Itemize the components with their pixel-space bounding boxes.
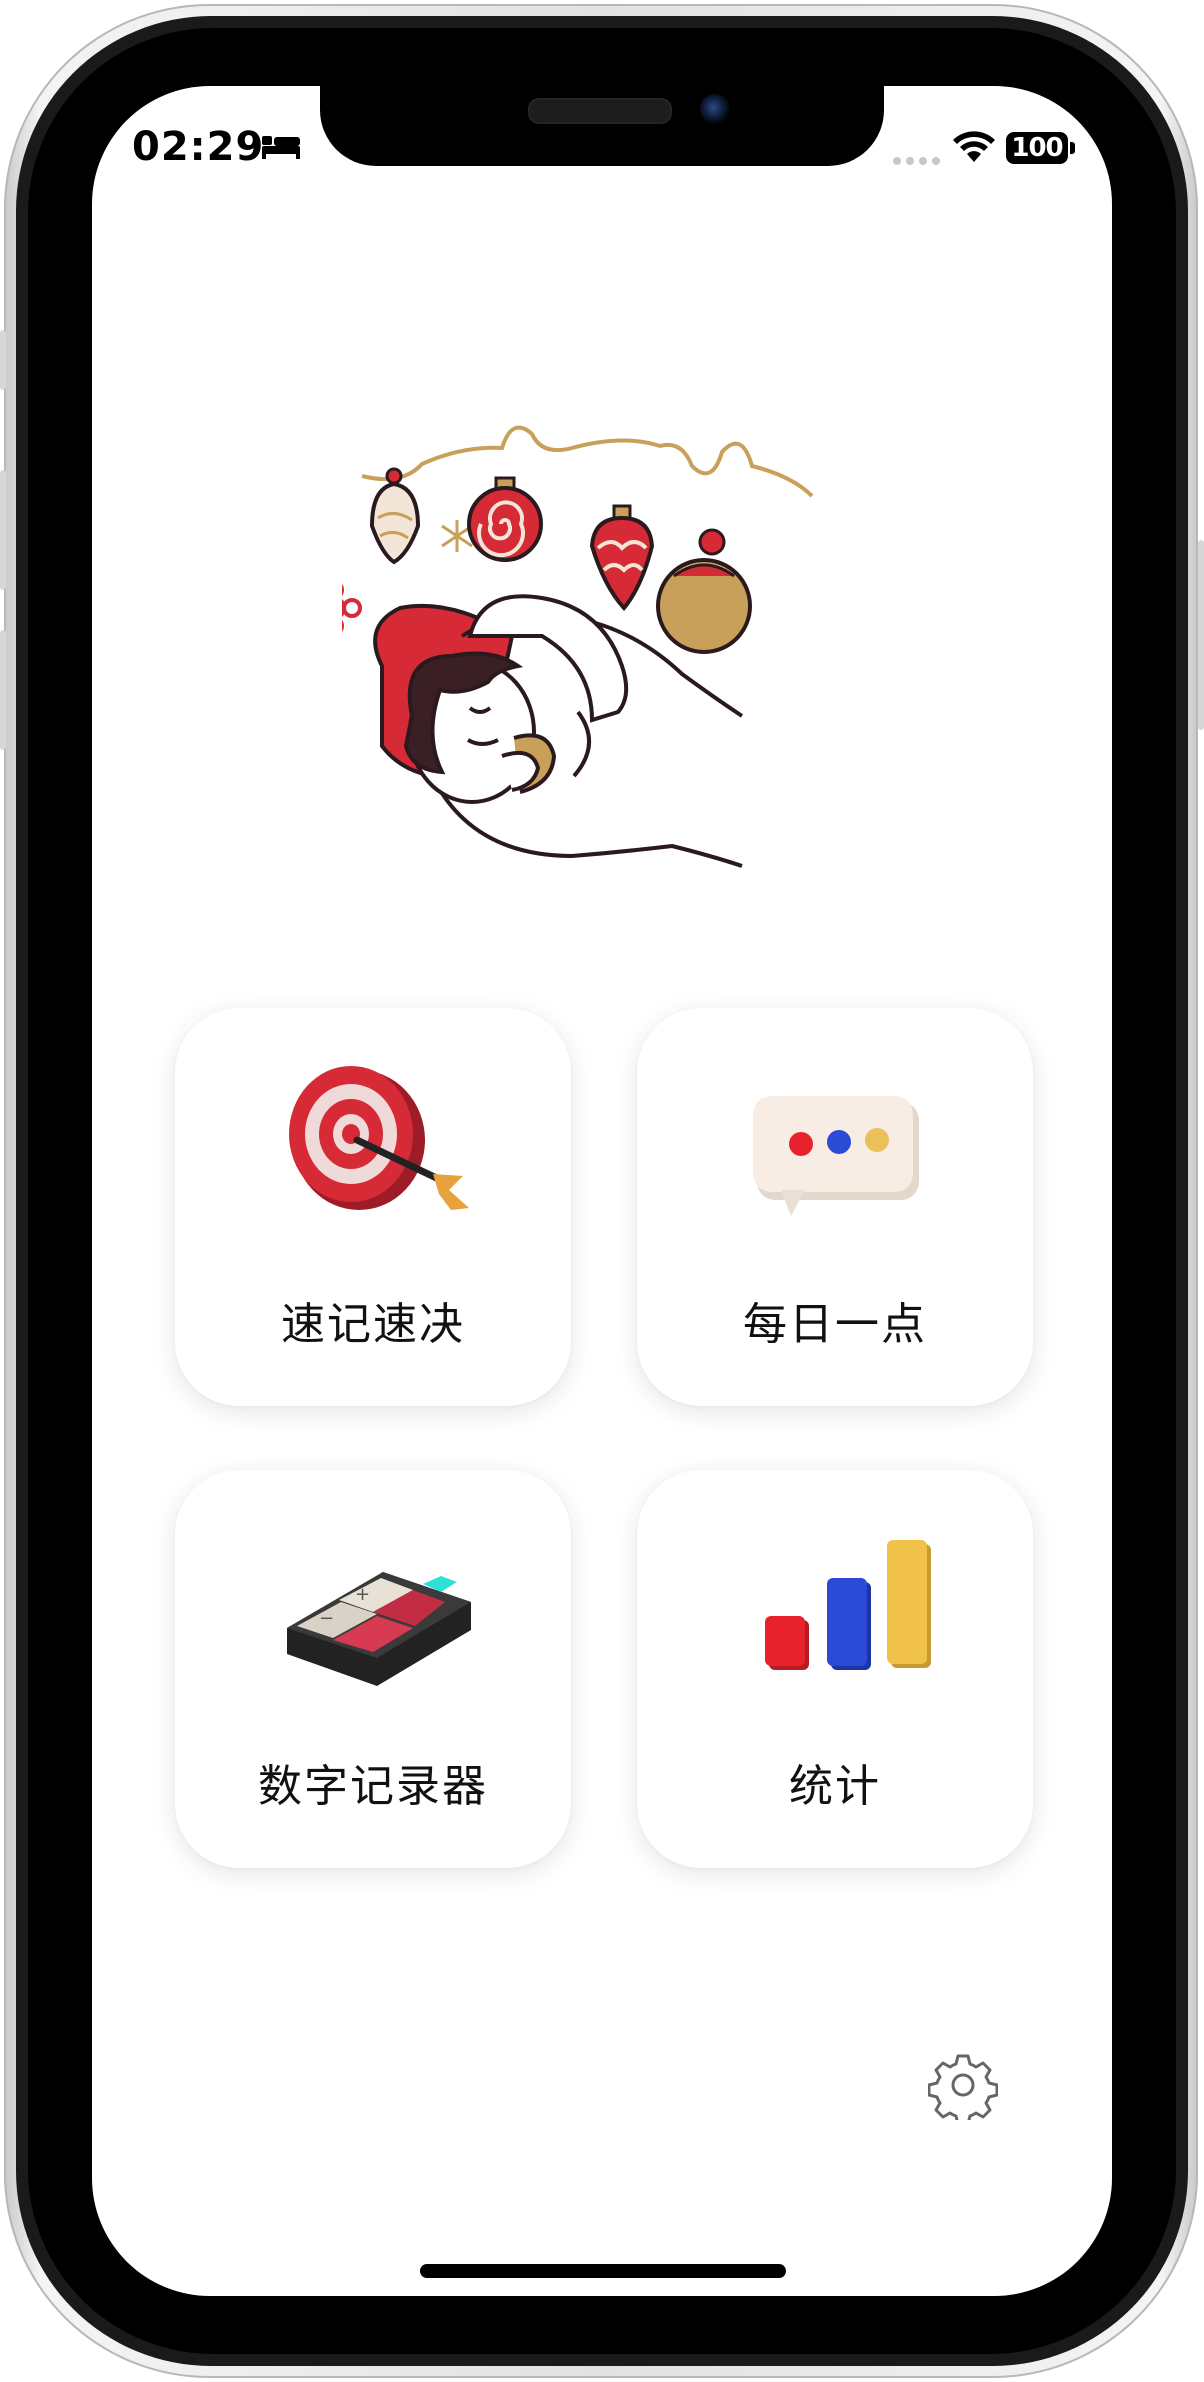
volume-down-button: [0, 630, 6, 750]
volume-up-button: [0, 470, 6, 590]
gear-icon[interactable]: [928, 2050, 998, 2120]
ornament-white-icon: [369, 467, 421, 565]
bed-icon: [262, 136, 300, 159]
menu-card-statistics[interactable]: 统计: [637, 1470, 1033, 1868]
menu-card-number-recorder[interactable]: + − 数字记录器: [175, 1470, 571, 1868]
menu-card-label: 速记速决: [281, 1299, 465, 1350]
wifi-icon: [953, 131, 995, 162]
status-time: 02:29: [132, 124, 265, 170]
ornament-gold-icon: [656, 528, 752, 654]
menu-card-daily-point[interactable]: 每日一点: [637, 1008, 1033, 1406]
signal-dots-icon: [893, 157, 940, 165]
app-screen: 02:29 100 速记速决 每日一点 + − 数字记录器 统计: [92, 86, 1112, 2296]
ornament-swirl-icon: [467, 476, 543, 562]
dartboard-target-icon: [289, 1066, 469, 1210]
battery-icon: 100: [1006, 132, 1068, 164]
notch: [320, 86, 884, 166]
front-camera: [700, 94, 730, 124]
menu-card-quick-note[interactable]: 速记速决: [175, 1008, 571, 1406]
menu-card-label: 数字记录器: [258, 1761, 488, 1812]
mute-switch: [0, 330, 6, 390]
battery-tip: [1070, 142, 1075, 154]
home-indicator[interactable]: [420, 2264, 786, 2278]
menu-card-label: 每日一点: [743, 1299, 927, 1350]
snowflake-icon: [342, 584, 362, 632]
bar-chart-icon: [765, 1540, 931, 1670]
earpiece-speaker: [528, 98, 672, 124]
chat-bubble-dots-icon: [753, 1096, 919, 1216]
calculator-icon: + −: [287, 1572, 471, 1686]
power-button: [1198, 540, 1204, 730]
svg-text:−: −: [319, 1608, 334, 1629]
svg-text:+: +: [355, 1584, 370, 1605]
menu-card-label: 统计: [789, 1761, 881, 1812]
sleeping-person-illustration: [342, 425, 814, 868]
ornament-drop-icon: [589, 504, 655, 612]
